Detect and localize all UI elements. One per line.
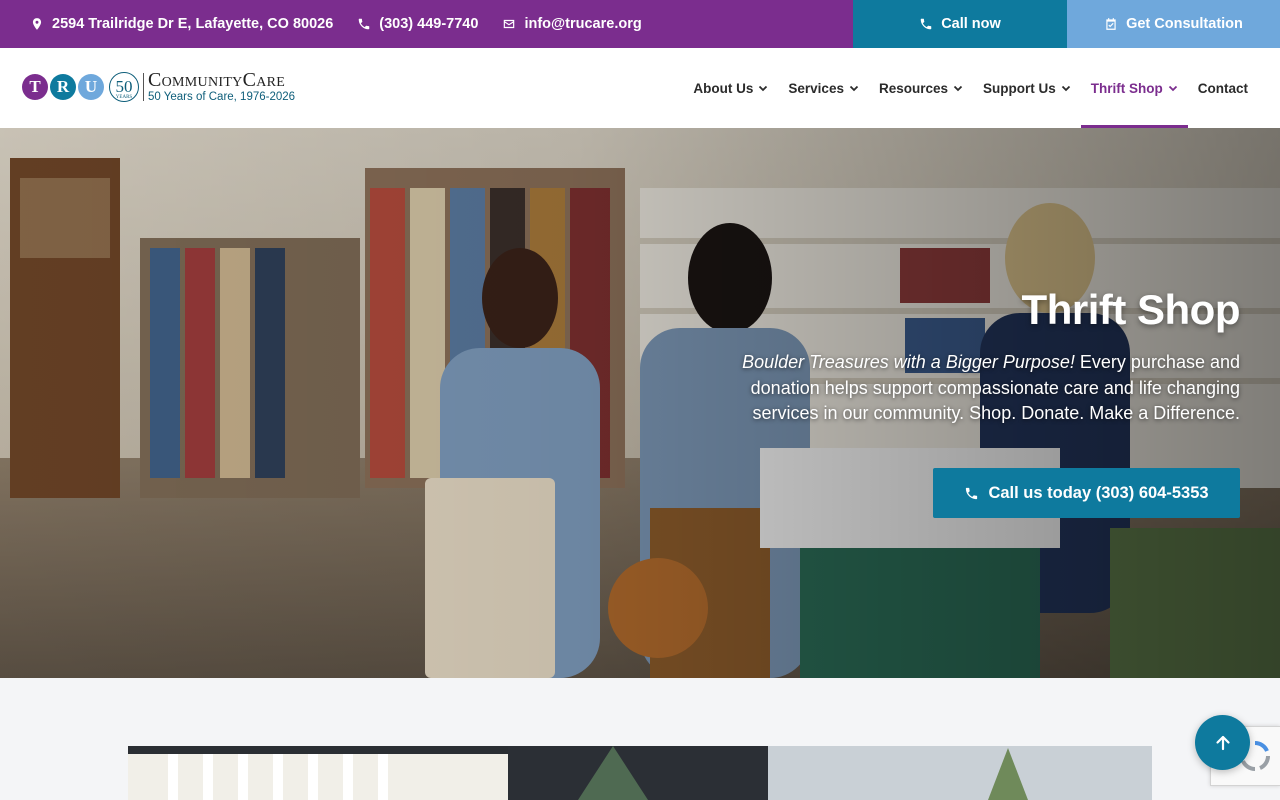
phone-link[interactable]: (303) 449-7740: [357, 16, 478, 32]
nav-label: Contact: [1197, 80, 1248, 96]
phone-text: (303) 449-7740: [379, 16, 479, 32]
nav-label: Support Us: [983, 80, 1056, 96]
phone-icon: [359, 18, 370, 30]
nav-item-contact[interactable]: Contact: [1188, 48, 1258, 128]
anniversary-badge: 50 YEARS: [109, 71, 139, 102]
email-text: info@trucare.org: [524, 16, 642, 32]
nav-item-about-us[interactable]: About Us: [683, 48, 778, 128]
storefront-image: [128, 746, 1152, 800]
logo-tagline: 50 Years of Care, 1976-2026: [148, 91, 296, 103]
chevron-down-icon: [953, 85, 963, 92]
chevron-down-icon: [1168, 85, 1177, 92]
site-logo[interactable]: T R U 50 YEARS CommunityCare 50 Years of …: [22, 70, 295, 104]
get-consultation-label: Get Consultation: [1126, 16, 1243, 32]
envelope-icon: [504, 19, 515, 29]
chevron-down-icon: [759, 85, 768, 92]
nav-item-support-us[interactable]: Support Us: [973, 48, 1081, 128]
hero-description: Boulder Treasures with a Bigger Purpose!…: [700, 350, 1240, 427]
anniversary-sub: YEARS: [115, 94, 133, 100]
top-contact-bar: 2594 Trailridge Dr E, Lafayette, CO 8002…: [0, 0, 1280, 48]
phone-icon: [920, 18, 932, 30]
scroll-to-top-button[interactable]: [1195, 715, 1250, 770]
chevron-down-icon: [849, 85, 859, 92]
logo-letter-u: U: [78, 73, 104, 100]
nav-label: Services: [788, 80, 844, 96]
call-now-label: Call now: [941, 16, 1001, 32]
logo-wordmark: CommunityCare 50 Years of Care, 1976-202…: [148, 70, 295, 104]
logo-name: CommunityCare: [148, 69, 286, 91]
nav-label: About Us: [693, 80, 754, 96]
hero-text-block: Thrift Shop Boulder Treasures with a Big…: [700, 286, 1240, 427]
contact-info: 2594 Trailridge Dr E, Lafayette, CO 8002…: [0, 0, 853, 48]
call-us-today-label: Call us today (303) 604-5353: [988, 483, 1209, 502]
address-link[interactable]: 2594 Trailridge Dr E, Lafayette, CO 8002…: [30, 16, 333, 32]
chevron-down-icon: [1061, 85, 1070, 92]
get-consultation-button[interactable]: Get Consultation: [1067, 0, 1280, 48]
main-nav: About Us Services Resources Support Us T…: [683, 48, 1258, 128]
hero-banner: Thrift Shop Boulder Treasures with a Big…: [0, 128, 1280, 678]
page-title: Thrift Shop: [1021, 286, 1241, 333]
map-pin-icon: [32, 18, 42, 30]
calendar-check-icon: [1106, 18, 1116, 30]
arrow-up-icon: [1215, 735, 1230, 750]
address-text: 2594 Trailridge Dr E, Lafayette, CO 8002…: [52, 16, 334, 32]
nav-label: Resources: [878, 80, 949, 96]
phone-icon: [966, 487, 978, 499]
hero-tagline: Boulder Treasures with a Bigger Purpose!: [742, 352, 1075, 372]
email-link[interactable]: info@trucare.org: [502, 16, 642, 32]
anniversary-number: 50: [115, 76, 133, 96]
logo-divider: [143, 72, 144, 101]
nav-item-resources[interactable]: Resources: [869, 48, 973, 128]
call-now-button[interactable]: Call now: [853, 0, 1067, 48]
logo-letter-t: T: [22, 73, 48, 100]
storefront-photo: [128, 746, 1152, 800]
nav-label: Thrift Shop: [1090, 80, 1163, 96]
logo-letter-r: R: [50, 73, 76, 100]
nav-item-services[interactable]: Services: [778, 48, 869, 128]
call-us-today-button[interactable]: Call us today (303) 604-5353: [933, 468, 1240, 518]
site-header: T R U 50 YEARS CommunityCare 50 Years of …: [0, 48, 1280, 128]
nav-item-thrift-shop[interactable]: Thrift Shop: [1080, 48, 1188, 128]
